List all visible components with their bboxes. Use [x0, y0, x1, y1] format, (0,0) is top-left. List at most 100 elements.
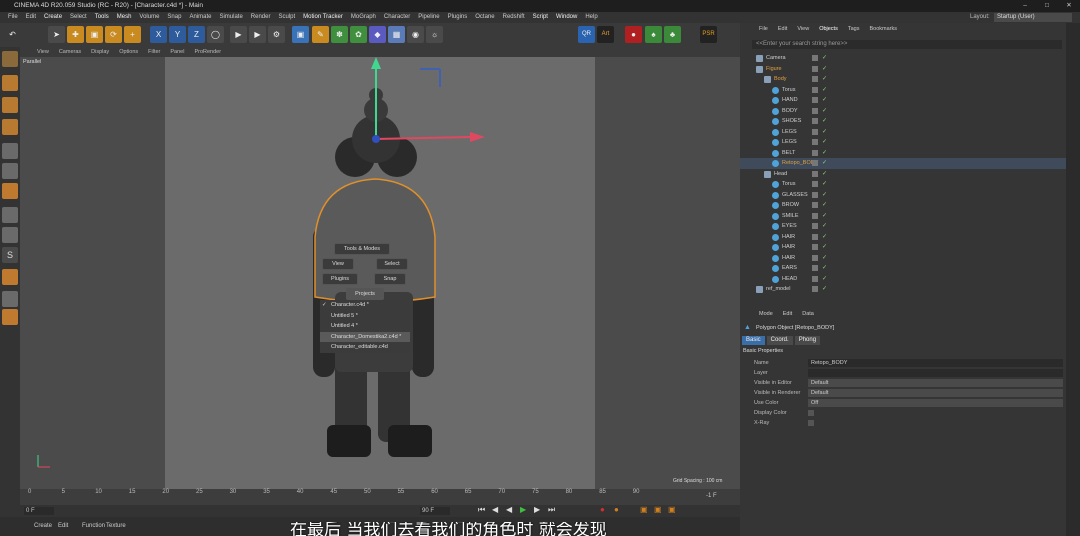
visibility-dots-icon[interactable] — [812, 265, 818, 271]
viewport-menu-filter[interactable]: Filter — [143, 47, 165, 57]
menu-item-file[interactable]: File — [4, 12, 22, 23]
light-icon[interactable]: ☼ — [426, 26, 443, 43]
menu-item-script[interactable]: Script — [529, 12, 552, 23]
attribute-tab-phong[interactable]: Phong — [794, 336, 821, 345]
enabled-check-icon[interactable]: ✓ — [822, 223, 828, 229]
tools-modes-button[interactable]: Tools & Modes — [334, 243, 390, 255]
object-row[interactable]: Torus ✓ — [740, 85, 1070, 96]
visibility-dots-icon[interactable] — [812, 97, 818, 103]
z-axis-icon[interactable]: Z — [188, 26, 205, 43]
menu-item-animate[interactable]: Animate — [185, 12, 215, 23]
transform-tool-icon[interactable]: + — [124, 26, 141, 43]
snap-icon[interactable]: S — [2, 247, 18, 263]
visibility-dots-icon[interactable] — [812, 139, 818, 145]
visibility-dots-icon[interactable] — [812, 223, 818, 229]
object-row[interactable]: Body ✓ — [740, 74, 1070, 85]
visibility-dots-icon[interactable] — [812, 65, 818, 72]
visibility-dots-icon[interactable] — [812, 160, 818, 166]
render-settings-icon[interactable]: ⚙ — [268, 26, 285, 43]
enabled-check-icon[interactable]: ✓ — [822, 265, 828, 271]
camera-icon[interactable]: ◉ — [407, 26, 424, 43]
attribute-value[interactable]: Default — [808, 389, 1063, 397]
psr-icon[interactable]: PSR — [700, 26, 717, 43]
object-row[interactable]: HAIR ✓ — [740, 253, 1070, 264]
qr-icon[interactable]: QR — [578, 26, 595, 43]
material-menu-edit[interactable]: Edit — [58, 523, 68, 529]
object-search-input[interactable]: <<Enter your search string here>> — [752, 40, 1062, 49]
record-key-icon[interactable]: ● — [600, 505, 605, 514]
object-row[interactable]: Retopo_BODY ✓ — [740, 158, 1070, 169]
rotate-tool-icon[interactable]: ⟳ — [105, 26, 122, 43]
art-icon[interactable]: Art — [597, 26, 614, 43]
project-item[interactable]: Untitled 4 * — [320, 321, 410, 332]
menu-item-help[interactable]: Help — [581, 12, 601, 23]
next-frame-icon[interactable]: ▶ — [534, 505, 540, 514]
enabled-check-icon[interactable]: ✓ — [822, 171, 828, 177]
visibility-dots-icon[interactable] — [812, 202, 818, 208]
project-item[interactable]: Untitled 5 * — [320, 310, 410, 321]
menu-item-character[interactable]: Character — [380, 12, 414, 23]
key-scale-icon[interactable]: ▣ — [654, 505, 662, 514]
goto-start-icon[interactable]: ⏮ — [478, 505, 485, 515]
y-axis-icon[interactable]: Y — [169, 26, 186, 43]
object-row[interactable]: HAIR ✓ — [740, 232, 1070, 243]
menu-item-snap[interactable]: Snap — [163, 12, 185, 23]
enabled-check-icon[interactable]: ✓ — [822, 108, 828, 114]
key-move-icon[interactable]: ▣ — [640, 505, 648, 514]
visibility-dots-icon[interactable] — [812, 191, 818, 198]
object-row[interactable]: BROW ✓ — [740, 200, 1070, 211]
object-row[interactable]: EARS ✓ — [740, 263, 1070, 274]
visibility-dots-icon[interactable] — [812, 55, 818, 61]
object-row[interactable]: HAIR ✓ — [740, 242, 1070, 253]
record-icon[interactable]: ● — [625, 26, 642, 43]
polygons-mode-icon[interactable] — [2, 183, 18, 199]
om-menu-view[interactable]: View — [792, 26, 814, 36]
enabled-check-icon[interactable]: ✓ — [822, 55, 828, 61]
project-item[interactable]: Character.c4d * ✓ — [320, 300, 410, 311]
viewport[interactable]: Parallel Grid Spacing : 100 cm Tools & M… — [20, 57, 740, 489]
visibility-dots-icon[interactable] — [812, 212, 818, 219]
maximize-icon[interactable]: □ — [1036, 0, 1058, 12]
projects-button[interactable]: Projects — [346, 288, 384, 300]
menu-item-window[interactable]: Window — [552, 12, 581, 23]
enabled-check-icon[interactable]: ✓ — [822, 76, 828, 82]
enabled-check-icon[interactable]: ✓ — [822, 255, 828, 261]
object-row[interactable]: BELT ✓ — [740, 148, 1070, 159]
display-color-swatch[interactable] — [808, 410, 814, 416]
object-row[interactable]: HAND ✓ — [740, 95, 1070, 106]
enabled-check-icon[interactable]: ✓ — [822, 192, 828, 198]
enabled-check-icon[interactable]: ✓ — [822, 160, 828, 166]
visibility-dots-icon[interactable] — [812, 286, 818, 292]
om-menu-file[interactable]: File — [754, 26, 773, 36]
prev-key-icon[interactable]: ◀ — [492, 505, 498, 514]
viewport-menu-options[interactable]: Options — [114, 47, 143, 57]
enabled-check-icon[interactable]: ✓ — [822, 87, 828, 93]
model-mode-icon[interactable] — [2, 75, 18, 91]
cube-icon[interactable]: ▣ — [292, 26, 309, 43]
menu-item-octane[interactable]: Octane — [471, 12, 498, 23]
menu-item-redshift[interactable]: Redshift — [499, 12, 529, 23]
enabled-check-icon[interactable]: ✓ — [822, 97, 828, 103]
object-row[interactable]: ref_model ✓ — [740, 284, 1070, 295]
visibility-dots-icon[interactable] — [812, 275, 818, 282]
render-picture-viewer-icon[interactable]: ▶ — [249, 26, 266, 43]
layout-select[interactable]: Startup (User) — [994, 13, 1072, 22]
axis-mode-icon[interactable] — [2, 207, 18, 223]
visibility-dots-icon[interactable] — [812, 76, 818, 82]
menu-item-edit[interactable]: Edit — [22, 12, 40, 23]
om-menu-objects[interactable]: Objects — [814, 26, 843, 36]
attribute-tab-coord[interactable]: Coord. — [766, 336, 793, 345]
object-row[interactable]: LEGS ✓ — [740, 137, 1070, 148]
menu-item-motion-tracker[interactable]: Motion Tracker — [299, 12, 347, 23]
enabled-check-icon[interactable]: ✓ — [822, 150, 828, 156]
enable-axis-icon[interactable] — [2, 269, 18, 285]
object-row[interactable]: HEAD ✓ — [740, 274, 1070, 285]
object-row[interactable]: Figure ✓ — [740, 64, 1070, 75]
viewport-menu-display[interactable]: Display — [86, 47, 114, 57]
object-row[interactable]: Torus ✓ — [740, 179, 1070, 190]
enabled-check-icon[interactable]: ✓ — [822, 129, 828, 135]
end-frame-field[interactable]: 90 F — [420, 507, 450, 515]
make-editable-icon[interactable] — [2, 51, 18, 67]
menu-item-simulate[interactable]: Simulate — [215, 12, 246, 23]
close-icon[interactable]: ✕ — [1058, 0, 1080, 12]
